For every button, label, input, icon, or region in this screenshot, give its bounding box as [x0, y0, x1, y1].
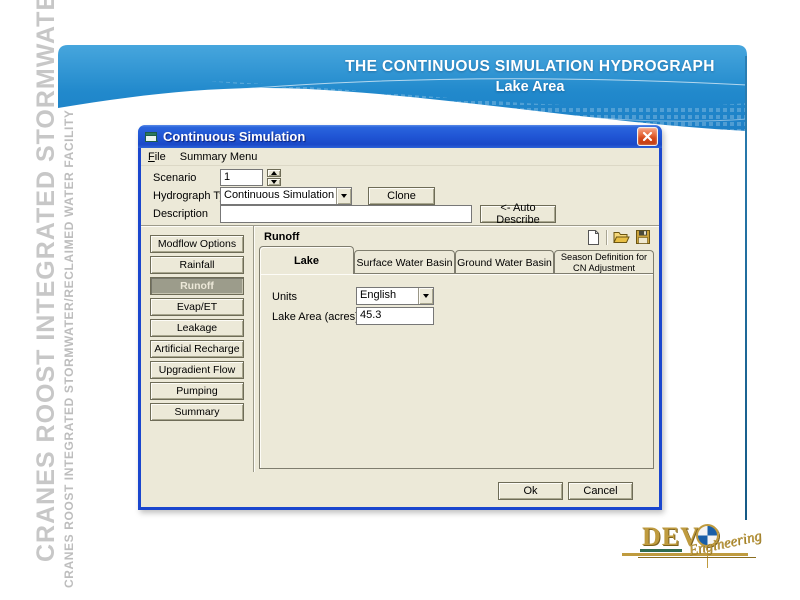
cancel-button[interactable]: Cancel — [568, 482, 633, 500]
right-border-rule — [745, 56, 747, 520]
toolbar-separator — [606, 230, 607, 245]
dialog-body: Modflow Options Rainfall Runoff Evap/ET … — [141, 225, 659, 474]
slide-background: CRANES ROOST INTEGRATED STORMWATER CRANE… — [0, 0, 800, 600]
close-icon — [642, 131, 653, 142]
continuous-simulation-window: Continuous Simulation File Summary Menu … — [138, 125, 662, 510]
description-input[interactable] — [220, 205, 472, 223]
scenario-spinner — [267, 169, 281, 186]
tab-strip: Lake Surface Water Basin Ground Water Ba… — [259, 246, 654, 274]
runoff-panel: Runoff — [254, 226, 659, 474]
logo-green-rule — [640, 549, 682, 552]
window-titlebar[interactable]: Continuous Simulation — [138, 125, 662, 148]
close-button[interactable] — [637, 127, 658, 146]
tab-lake[interactable]: Lake — [259, 246, 354, 274]
units-dropdown-arrow[interactable] — [418, 288, 433, 304]
lake-tab-content: Units English Lake Area (acres) 45.3 — [259, 273, 654, 469]
tab-surface-water-basin[interactable]: Surface Water Basin — [354, 250, 455, 274]
panel-title: Runoff — [264, 231, 299, 243]
dialog-footer: Ok Cancel — [141, 474, 659, 507]
scenario-input[interactable]: 1 — [220, 169, 263, 186]
hydrograph-type-dropdown[interactable]: Continuous Simulation — [220, 187, 352, 205]
lake-area-label: Lake Area (acres) — [272, 311, 359, 323]
panel-toolbar — [587, 229, 650, 245]
side-watermark-primary: CRANES ROOST INTEGRATED STORMWATER — [32, 0, 61, 562]
tab-ground-water-basin[interactable]: Ground Water Basin — [455, 250, 554, 274]
sidebar-item-modflow-options[interactable]: Modflow Options — [150, 235, 244, 253]
window-icon — [145, 131, 159, 143]
units-value: English — [357, 288, 418, 304]
spinner-up-button[interactable] — [267, 169, 281, 177]
sidebar-item-rainfall[interactable]: Rainfall — [150, 256, 244, 274]
chevron-down-icon — [341, 194, 347, 198]
side-watermark-secondary: CRANES ROOST INTEGRATED STORMWATER/RECLA… — [62, 109, 76, 588]
sidebar-item-evap-et[interactable]: Evap/ET — [150, 298, 244, 316]
lake-area-input[interactable]: 45.3 — [356, 307, 434, 325]
category-sidebar: Modflow Options Rainfall Runoff Evap/ET … — [141, 226, 253, 474]
menu-bar: File Summary Menu — [141, 148, 659, 166]
logo-gold-rule — [622, 553, 748, 556]
scenario-label: Scenario — [153, 172, 196, 184]
menu-file[interactable]: File — [148, 151, 166, 163]
sidebar-item-leakage[interactable]: Leakage — [150, 319, 244, 337]
open-folder-icon[interactable] — [613, 230, 630, 244]
spinner-down-button[interactable] — [267, 178, 281, 186]
description-label: Description — [153, 208, 208, 220]
slide-title-block: THE CONTINUOUS SIMULATION HYDROGRAPH Lak… — [320, 58, 740, 95]
save-icon[interactable] — [636, 230, 650, 244]
auto-describe-button[interactable]: <- Auto Describe — [480, 205, 556, 223]
chevron-down-icon — [423, 294, 429, 298]
tab-season-definition[interactable]: Season Definition for CN Adjustment — [554, 250, 654, 274]
sidebar-item-summary[interactable]: Summary — [150, 403, 244, 421]
sidebar-item-runoff[interactable]: Runoff — [150, 277, 244, 295]
sidebar-item-pumping[interactable]: Pumping — [150, 382, 244, 400]
sidebar-item-upgradient-flow[interactable]: Upgradient Flow — [150, 361, 244, 379]
window-title: Continuous Simulation — [163, 129, 637, 144]
down-arrow-icon — [271, 180, 277, 184]
up-arrow-icon — [271, 171, 277, 175]
units-label: Units — [272, 291, 297, 303]
slide-subtitle: Lake Area — [320, 79, 740, 95]
units-dropdown[interactable]: English — [356, 287, 434, 305]
ok-button[interactable]: Ok — [498, 482, 563, 500]
hydrograph-type-value: Continuous Simulation — [221, 188, 336, 204]
clone-button[interactable]: Clone — [368, 187, 435, 205]
sidebar-item-artificial-recharge[interactable]: Artificial Recharge — [150, 340, 244, 358]
menu-summary-menu[interactable]: Summary Menu — [180, 151, 258, 163]
new-document-icon[interactable] — [587, 230, 600, 245]
devo-engineering-logo: DEV Engineering — [638, 520, 768, 568]
dropdown-arrow-button[interactable] — [336, 188, 351, 204]
slide-title: THE CONTINUOUS SIMULATION HYDROGRAPH — [320, 58, 740, 76]
